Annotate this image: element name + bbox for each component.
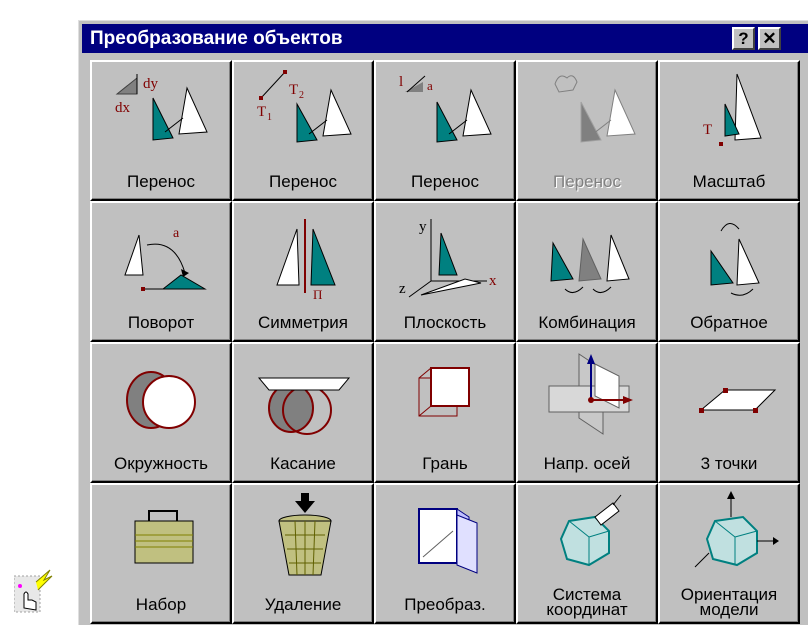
symmetry-icon: П: [276, 219, 336, 301]
svg-text:l: l: [399, 74, 403, 90]
tool-label: Набор: [135, 595, 187, 614]
tool-label: Перенос: [269, 172, 337, 191]
tool-label: Поворот: [127, 313, 195, 332]
circle-icon: [126, 371, 196, 429]
move-length-angle-icon: l a: [399, 74, 492, 143]
move-dxdy-icon: dy dx: [115, 74, 208, 141]
model-orientation-button[interactable]: Ориентация модели: [658, 483, 800, 624]
transforms-button[interactable]: Преобраз.: [374, 483, 516, 624]
tool-label: Плоскость: [403, 313, 487, 332]
tool-label: Перенос: [411, 172, 479, 191]
tangent-button[interactable]: Касание: [232, 342, 374, 483]
tool-label: Перенос: [553, 172, 621, 191]
coordinate-system-icon: [559, 494, 622, 567]
delete-basket-icon: [278, 493, 332, 576]
circle-button[interactable]: Окружность: [90, 342, 232, 483]
move-length-angle-button[interactable]: l a Перенос: [374, 60, 516, 201]
transform-objects-window: Преобразование объектов ? ✕ dy dx Перено…: [78, 20, 808, 625]
tool-label: Перенос: [127, 172, 195, 191]
rotate-button[interactable]: a Поворот: [90, 201, 232, 342]
svg-text:T: T: [257, 104, 266, 120]
move-two-points-icon: T 1 T 2: [257, 70, 352, 143]
tool-label: Масштаб: [692, 172, 766, 191]
tool-label: Ориентация модели: [680, 585, 778, 619]
window-title: Преобразование объектов: [90, 28, 343, 49]
move-by-hand-icon: [554, 75, 636, 143]
scale-button[interactable]: T Масштаб: [658, 60, 800, 201]
tangent-icon: [257, 377, 351, 435]
symmetry-button[interactable]: П Симметрия: [232, 201, 374, 342]
transform-cursor-icon: [13, 568, 54, 614]
tool-label: Комбинация: [538, 313, 636, 332]
svg-text:a: a: [173, 226, 180, 241]
move-two-points-button[interactable]: T 1 T 2 Перенос: [232, 60, 374, 201]
plane-button[interactable]: y x z Плоскость: [374, 201, 516, 342]
face-icon: [418, 367, 470, 417]
tool-label: Симметрия: [258, 313, 348, 332]
svg-text:П: П: [313, 287, 322, 301]
svg-text:x: x: [489, 273, 497, 289]
tool-label: Напр. осей: [543, 454, 631, 473]
combination-button[interactable]: Комбинация: [516, 201, 658, 342]
svg-text:z: z: [399, 281, 406, 297]
plane-icon: y x z: [399, 219, 497, 298]
inverse-icon: [710, 223, 760, 296]
combination-icon: [550, 234, 630, 293]
face-button[interactable]: Грань: [374, 342, 516, 483]
tool-label: Преобраз.: [404, 595, 486, 614]
tool-label: Удаление: [264, 595, 342, 614]
tool-label: Касание: [270, 454, 336, 473]
tool-label: Окружность: [114, 454, 208, 473]
tool-label: Грань: [422, 454, 468, 473]
tool-grid: dy dx Перенос T 1 T 2 Перенос l a Перено…: [90, 60, 802, 624]
inverse-button[interactable]: Обратное: [658, 201, 800, 342]
svg-text:dx: dx: [115, 100, 131, 116]
svg-text:a: a: [427, 78, 433, 93]
axis-direction-icon: [548, 353, 633, 435]
three-points-icon: [699, 388, 777, 413]
title-bar: Преобразование объектов ? ✕: [82, 24, 808, 53]
svg-text:y: y: [419, 219, 427, 235]
model-orientation-icon: [694, 491, 779, 568]
rotate-icon: a: [124, 226, 207, 291]
svg-text:2: 2: [299, 90, 304, 101]
svg-text:T: T: [703, 122, 712, 138]
svg-text:T: T: [289, 82, 298, 98]
move-dxdy-button[interactable]: dy dx Перенос: [90, 60, 232, 201]
transforms-stack-icon: [418, 508, 478, 574]
set-button[interactable]: Набор: [90, 483, 232, 624]
delete-button[interactable]: Удаление: [232, 483, 374, 624]
close-button[interactable]: ✕: [758, 27, 781, 50]
help-button[interactable]: ?: [732, 27, 755, 50]
axis-direction-button[interactable]: Напр. осей: [516, 342, 658, 483]
svg-text:1: 1: [267, 112, 272, 123]
coordinate-system-button[interactable]: Система координат: [516, 483, 658, 624]
tool-label: 3 точки: [700, 454, 758, 473]
three-points-button[interactable]: 3 точки: [658, 342, 800, 483]
svg-text:dy: dy: [143, 76, 159, 92]
tool-label: Система координат: [546, 585, 628, 619]
set-briefcase-icon: [134, 510, 194, 564]
move-by-hand-button[interactable]: Перенос: [516, 60, 658, 201]
tool-label: Обратное: [690, 313, 768, 332]
scale-icon: T: [703, 73, 762, 146]
